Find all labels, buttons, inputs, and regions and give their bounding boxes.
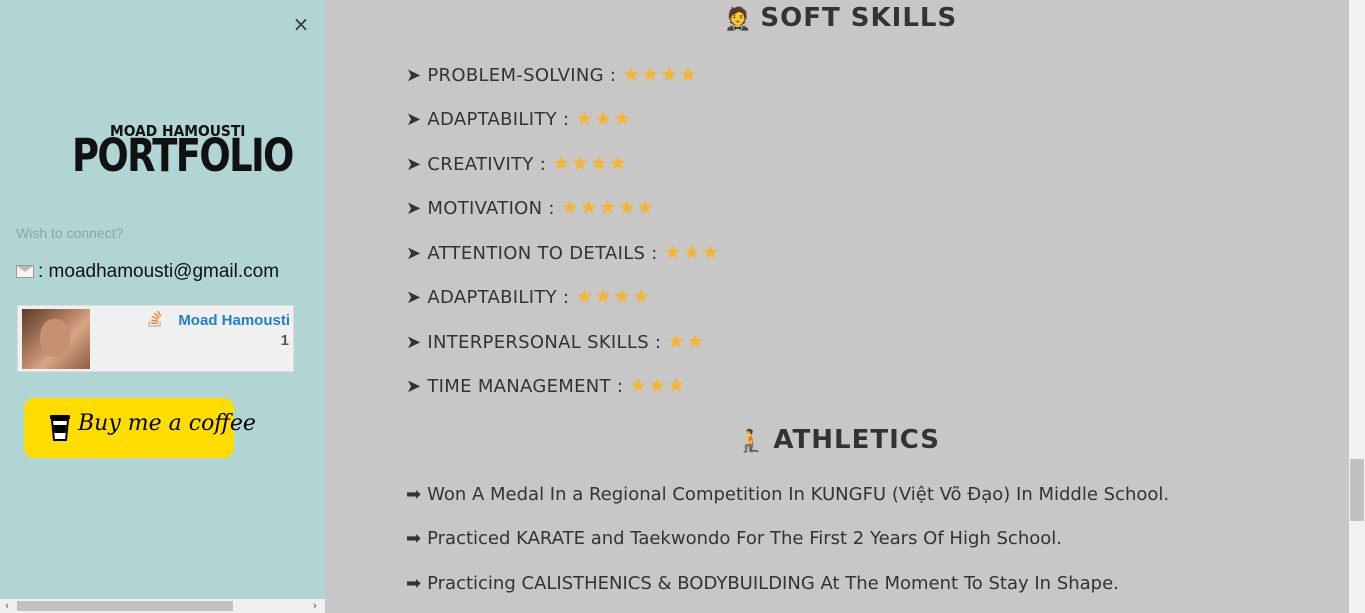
star-rating: ★★★ [575, 106, 633, 130]
athletics-text: Practiced KARATE and Taekwondo For The F… [427, 528, 1062, 549]
skill-label: ADAPTABILITY : [427, 109, 570, 130]
skill-item: ➤ ADAPTABILITY : ★★★★ [406, 284, 651, 308]
kneeling-person-icon: 🧎 [737, 429, 766, 454]
portfolio-logo: MOAD HAMOUSTI PORTFOLIO [72, 122, 294, 184]
arrow-icon: ➤ [406, 243, 422, 264]
skill-label: MOTIVATION : [427, 198, 555, 219]
coffee-label: Buy me a coffee [78, 411, 256, 436]
athletics-text: Won A Medal In a Regional Competition In… [427, 484, 1170, 505]
skill-item: ➤ ATTENTION TO DETAILS : ★★★ [406, 240, 720, 264]
buy-me-a-coffee-button[interactable]: Buy me a coffee [24, 398, 256, 458]
star-rating: ★★★ [629, 373, 687, 397]
scroll-left-icon[interactable]: ‹ [0, 599, 14, 613]
stackoverflow-icon [148, 311, 162, 327]
arrow-icon: ➤ [406, 109, 422, 130]
skill-label: TIME MANAGEMENT : [427, 376, 624, 397]
flair-username[interactable]: Moad Hamousti [178, 312, 290, 329]
skill-item: ➤ INTERPERSONAL SKILLS : ★★ [406, 329, 705, 353]
arrow-icon: ➤ [406, 332, 422, 353]
skill-item: ➤ TIME MANAGEMENT : ★★★ [406, 373, 686, 397]
star-rating: ★★★★ [552, 151, 628, 175]
envelope-icon [16, 265, 34, 278]
connect-prompt: Wish to connect? [16, 225, 124, 241]
stackoverflow-flair[interactable]: Moad Hamousti 1 [17, 305, 294, 372]
arrow-icon: ➤ [406, 154, 422, 175]
athletics-text: Practicing CALISTHENICS & BODYBUILDING A… [427, 573, 1119, 594]
flair-reputation: 1 [280, 332, 289, 349]
logo-title: PORTFOLIO [72, 129, 294, 182]
soft-skills-title: SOFT SKILLS [760, 3, 958, 33]
horizontal-scrollbar[interactable]: ‹ › [0, 599, 325, 613]
scrollbar-thumb[interactable] [17, 601, 233, 611]
skill-label: PROBLEM-SOLVING : [427, 65, 617, 86]
skill-label: ATTENTION TO DETAILS : [427, 243, 658, 264]
scrollbar-thumb[interactable] [1350, 459, 1364, 521]
athletics-item: ➡ Won A Medal In a Regional Competition I… [406, 484, 1169, 505]
right-arrow-icon: ➡ [406, 528, 422, 549]
skill-item: ➤ ADAPTABILITY : ★★★ [406, 106, 632, 130]
skill-label: CREATIVITY : [427, 154, 547, 175]
star-rating: ★★★★ [622, 62, 699, 86]
athletics-title: ATHLETICS [773, 425, 941, 455]
arrow-icon: ➤ [406, 376, 422, 397]
arrow-icon: ➤ [406, 198, 422, 219]
star-rating: ★★★★★ [560, 195, 656, 219]
avatar [22, 309, 90, 369]
skill-label: ADAPTABILITY : [427, 287, 570, 308]
sidebar: × MOAD HAMOUSTI PORTFOLIO Wish to connec… [0, 0, 325, 613]
star-rating: ★★ [667, 329, 706, 353]
right-arrow-icon: ➡ [406, 484, 422, 505]
email-link[interactable]: : moadhamousti@gmail.com [16, 261, 279, 283]
skill-item: ➤ CREATIVITY : ★★★★ [406, 151, 628, 175]
skill-item: ➤ MOTIVATION : ★★★★★ [406, 195, 655, 219]
athletics-item: ➡ Practicing CALISTHENICS & BODYBUILDING … [406, 573, 1119, 594]
right-arrow-icon: ➡ [406, 573, 422, 594]
arrow-icon: ➤ [406, 65, 422, 86]
person-in-tuxedo-icon: 🤵 [724, 7, 753, 32]
scroll-right-icon[interactable]: › [308, 599, 322, 613]
skill-label: INTERPERSONAL SKILLS : [427, 332, 662, 353]
athletics-heading: 🧎 ATHLETICS [737, 425, 940, 455]
soft-skills-heading: 🤵 SOFT SKILLS [724, 3, 957, 33]
skill-item: ➤ PROBLEM-SOLVING : ★★★★ [406, 62, 698, 86]
email-text: : moadhamousti@gmail.com [38, 261, 280, 282]
vertical-scrollbar[interactable] [1349, 0, 1365, 613]
arrow-icon: ➤ [406, 287, 422, 308]
coffee-cup-icon [50, 415, 70, 441]
close-button[interactable]: × [291, 14, 311, 34]
athletics-item: ➡ Practiced KARATE and Taekwondo For The … [406, 528, 1062, 549]
star-rating: ★★★★ [575, 284, 652, 308]
star-rating: ★★★ [663, 240, 721, 264]
